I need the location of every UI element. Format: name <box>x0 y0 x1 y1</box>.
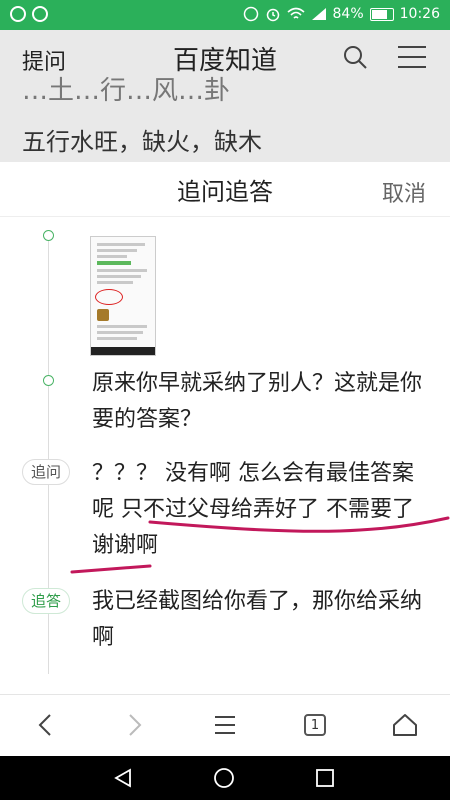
chevron-left-icon <box>38 714 51 736</box>
wifi-icon <box>286 7 305 19</box>
hamburger-icon <box>215 716 235 734</box>
nfc-icon <box>243 6 258 22</box>
alarm-icon <box>266 8 279 22</box>
home-circle-icon[interactable] <box>213 767 235 789</box>
chevron-right-icon <box>129 714 142 736</box>
tabs-button[interactable]: 1 <box>290 703 340 747</box>
tab-count: 1 <box>304 714 326 736</box>
back-button[interactable] <box>20 703 70 747</box>
home-icon <box>393 714 417 736</box>
handwritten-underline-annotation <box>70 516 450 574</box>
home-button[interactable] <box>380 703 430 747</box>
signal-icon <box>311 8 326 20</box>
browser-toolbar: 1 <box>0 694 450 757</box>
forward-button[interactable] <box>110 703 160 747</box>
followup-sheet: 追问追答 取消 原来你早就采纳了别人？这就是你要的答案？ 追问 ？？？ 没有啊 … <box>0 162 450 694</box>
menu-button[interactable] <box>200 703 250 747</box>
chat-notification-icon <box>32 6 48 22</box>
back-triangle-icon[interactable] <box>112 767 134 789</box>
background-text-line: 五行水旺，缺火，缺木 <box>22 128 262 156</box>
status-bar: 84% 10:26 <box>0 0 450 30</box>
menu-icon[interactable] <box>398 46 426 68</box>
status-right: 84% 10:26 <box>243 6 440 22</box>
battery-icon <box>369 7 394 21</box>
system-navigation-bar <box>0 756 450 800</box>
notification-icons <box>10 6 48 22</box>
background-page: 百度知道 提问 …土…行…风…卦 五行水旺，缺火，缺木 <box>0 30 450 162</box>
app-notification-icon <box>10 6 26 22</box>
background-partial-line: …土…行…风…卦 <box>22 76 231 106</box>
clock: 10:26 <box>399 6 440 22</box>
recents-square-icon[interactable] <box>314 767 336 789</box>
search-icon[interactable] <box>342 44 368 70</box>
battery-percent: 84% <box>332 6 364 22</box>
